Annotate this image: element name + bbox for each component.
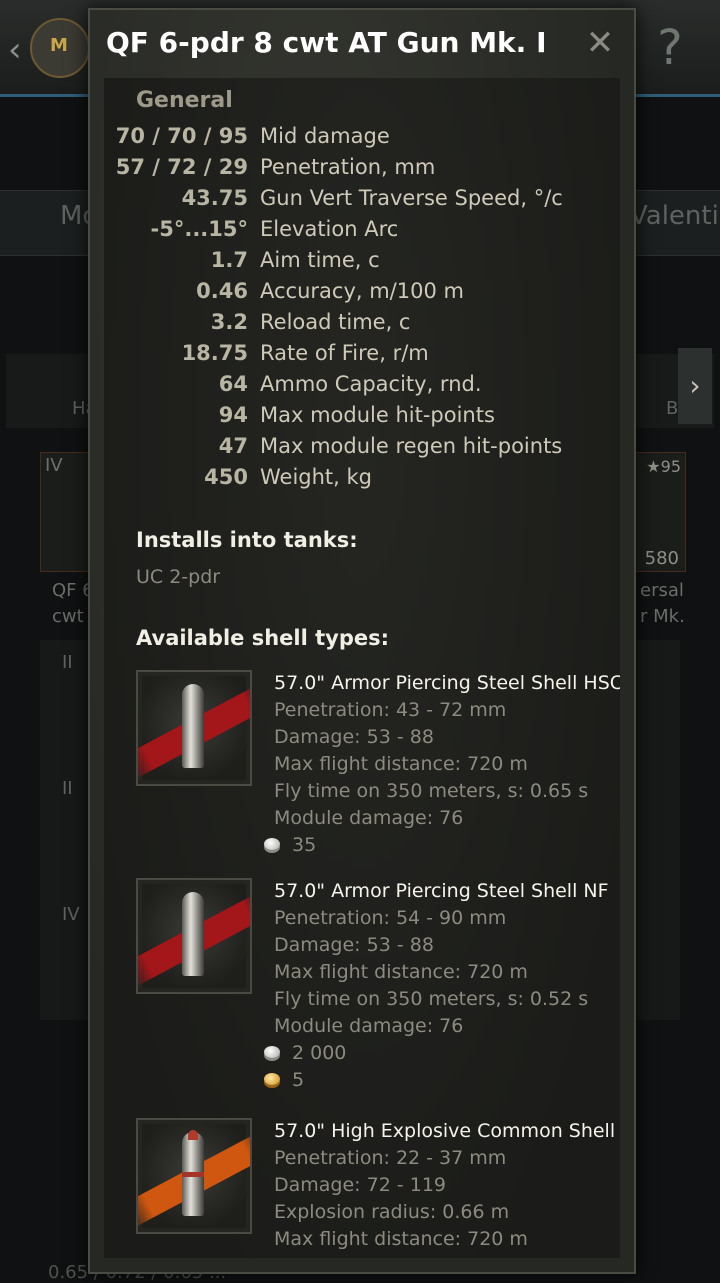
stat-value: 1.7 bbox=[210, 248, 248, 272]
silver-coins-icon bbox=[264, 1046, 280, 1058]
stat-value: 70 / 70 / 95 bbox=[115, 124, 248, 148]
shell-fly-time: Fly time on 350 meters, s: 0.65 s bbox=[274, 780, 589, 802]
silver-cost-value: 35 bbox=[292, 834, 317, 856]
shell-silver-cost: 35 bbox=[264, 834, 317, 856]
stat-value: 18.75 bbox=[181, 341, 248, 365]
back-icon[interactable]: ‹ bbox=[8, 30, 22, 70]
shell-gold-cost: 5 bbox=[264, 1069, 305, 1091]
ap-shell-icon bbox=[136, 670, 252, 786]
shell-penetration: Penetration: 54 - 90 mm bbox=[274, 907, 507, 929]
stat-row: 1.7 Aim time, c bbox=[104, 248, 620, 279]
stat-row: 94 Max module hit-points bbox=[104, 403, 620, 434]
dialog-title: QF 6-pdr 8 cwt AT Gun Mk. I bbox=[106, 26, 547, 59]
shell-silver-cost: 2 000 bbox=[264, 1042, 347, 1064]
row-tier-marker: II bbox=[62, 778, 73, 799]
stat-value: 94 bbox=[218, 403, 248, 427]
gold-coins-icon bbox=[264, 1073, 280, 1085]
stat-row: -5°...15° Elevation Arc bbox=[104, 217, 620, 248]
rank-letter: M bbox=[50, 35, 68, 56]
card-text-line: r Mk. bbox=[640, 606, 685, 627]
shell-fly-time: Fly time on 350 meters, s: 0.52 s bbox=[274, 988, 589, 1010]
stat-label: Accuracy, m/100 m bbox=[260, 279, 464, 303]
stat-label: Aim time, c bbox=[260, 248, 380, 272]
stat-row: 3.2 Reload time, c bbox=[104, 310, 620, 341]
shell-damage: Damage: 53 - 88 bbox=[274, 726, 434, 748]
stat-row: 64 Ammo Capacity, rnd. bbox=[104, 372, 620, 403]
silver-coins-icon bbox=[264, 838, 280, 850]
close-icon[interactable]: ✕ bbox=[582, 26, 618, 62]
stat-value: 47 bbox=[218, 434, 248, 458]
experience-stars: ★95 bbox=[646, 457, 681, 476]
ap-shell-icon bbox=[136, 878, 252, 994]
shell-flight-distance: Max flight distance: 720 m bbox=[274, 753, 528, 775]
card-price: 580 bbox=[644, 548, 679, 569]
module-info-dialog: QF 6-pdr 8 cwt AT Gun Mk. I ✕ General 70… bbox=[88, 8, 636, 1274]
compatible-tank: UC 2-pdr bbox=[136, 566, 221, 588]
stat-label: Gun Vert Traverse Speed, °/c bbox=[260, 186, 563, 210]
tank-rank-badge[interactable]: M bbox=[30, 18, 90, 78]
row-tier-marker: IV bbox=[62, 904, 80, 925]
stat-value: 57 / 72 / 29 bbox=[115, 155, 248, 179]
shells-heading: Available shell types: bbox=[136, 626, 390, 650]
stat-value: 450 bbox=[204, 465, 248, 489]
gold-cost-value: 5 bbox=[292, 1069, 305, 1091]
he-shell-icon bbox=[136, 1118, 252, 1234]
stat-row: 18.75 Rate of Fire, r/m bbox=[104, 341, 620, 372]
silver-cost-value: 2 000 bbox=[292, 1042, 347, 1064]
stat-row: 43.75 Gun Vert Traverse Speed, °/c bbox=[104, 186, 620, 217]
scroll-right-arrow-icon[interactable]: › bbox=[678, 348, 712, 424]
shell-name: 57.0" Armor Piercing Steel Shell NF bbox=[274, 880, 609, 902]
stat-row: 57 / 72 / 29 Penetration, mm bbox=[104, 155, 620, 186]
general-heading: General bbox=[136, 88, 233, 113]
shell-module-damage: Module damage: 76 bbox=[274, 807, 464, 829]
stat-value: 64 bbox=[218, 372, 248, 396]
stat-label: Rate of Fire, r/m bbox=[260, 341, 429, 365]
dialog-content[interactable]: General 70 / 70 / 95 Mid damage 57 / 72 … bbox=[104, 78, 620, 1258]
card-text-line: ersal bbox=[640, 580, 684, 601]
stat-label: Ammo Capacity, rnd. bbox=[260, 372, 482, 396]
shell-explosion-radius: Explosion radius: 0.66 m bbox=[274, 1201, 510, 1223]
stat-row: 47 Max module regen hit-points bbox=[104, 434, 620, 465]
help-icon[interactable]: ? bbox=[640, 20, 700, 76]
stat-label: Max module hit-points bbox=[260, 403, 495, 427]
shell-flight-distance: Max flight distance: 720 m bbox=[274, 961, 528, 983]
shell-name: 57.0" Armor Piercing Steel Shell HSCT bbox=[274, 672, 620, 694]
stat-value: 0.46 bbox=[196, 279, 248, 303]
stat-label: Elevation Arc bbox=[260, 217, 399, 241]
stat-label: Reload time, c bbox=[260, 310, 411, 334]
shell-damage: Damage: 53 - 88 bbox=[274, 934, 434, 956]
shell-penetration: Penetration: 22 - 37 mm bbox=[274, 1147, 507, 1169]
shell-flight-distance: Max flight distance: 720 m bbox=[274, 1228, 528, 1250]
stat-label: Penetration, mm bbox=[260, 155, 436, 179]
installs-heading: Installs into tanks: bbox=[136, 528, 358, 552]
stat-value: 43.75 bbox=[181, 186, 248, 210]
row-tier-marker: II bbox=[62, 652, 73, 673]
stat-row: 0.46 Accuracy, m/100 m bbox=[104, 279, 620, 310]
shell-penetration: Penetration: 43 - 72 mm bbox=[274, 699, 507, 721]
shell-name: 57.0" High Explosive Common Shell bbox=[274, 1120, 616, 1142]
stat-row: 450 Weight, kg bbox=[104, 465, 620, 496]
tier-label: IV bbox=[45, 455, 63, 476]
shell-module-damage: Module damage: 76 bbox=[274, 1015, 464, 1037]
stat-value: -5°...15° bbox=[150, 217, 248, 241]
stat-label: Weight, kg bbox=[260, 465, 373, 489]
stat-value: 3.2 bbox=[210, 310, 248, 334]
stat-row: 70 / 70 / 95 Mid damage bbox=[104, 124, 620, 155]
shell-damage: Damage: 72 - 119 bbox=[274, 1174, 446, 1196]
tab-right-tank[interactable]: Valenti bbox=[630, 201, 719, 231]
stat-label: Mid damage bbox=[260, 124, 390, 148]
module-card-right-name: ersal r Mk. bbox=[640, 578, 685, 630]
stat-label: Max module regen hit-points bbox=[260, 434, 563, 458]
filter-right[interactable]: B bbox=[666, 398, 678, 419]
